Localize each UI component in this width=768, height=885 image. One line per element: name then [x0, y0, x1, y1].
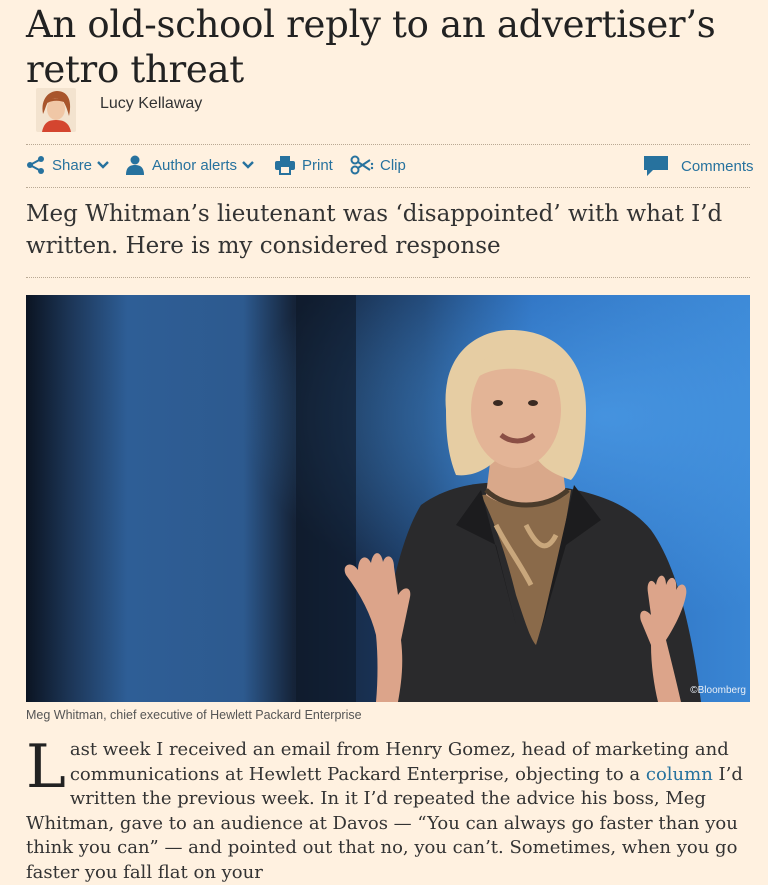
share-label: Share: [52, 156, 93, 174]
article-toolbar: Share Author alerts Print Clip Comments: [26, 144, 754, 188]
photo-caption: Meg Whitman, chief executive of Hewlett …: [26, 708, 362, 722]
body-text: ast week I received an email from Henry …: [69, 739, 729, 785]
print-button[interactable]: Print: [274, 155, 333, 175]
share-button[interactable]: Share: [26, 155, 110, 175]
speaker-photo-image: [26, 295, 750, 702]
share-icon: [27, 156, 44, 174]
column-link[interactable]: column: [646, 764, 713, 785]
printer-icon: [275, 156, 295, 175]
author-name[interactable]: Lucy Kellaway: [100, 95, 202, 113]
drop-cap: L: [26, 732, 66, 802]
comments-label: Comments: [681, 157, 754, 175]
comments-button[interactable]: Comments: [643, 155, 754, 177]
print-label: Print: [302, 156, 333, 174]
author-portrait-icon: [36, 88, 76, 132]
byline: Lucy Kellaway: [36, 86, 202, 134]
standfirst: Meg Whitman’s lieutenant was ‘disappoint…: [26, 201, 723, 259]
photo-credit: ©Bloomberg: [690, 685, 746, 696]
article-body: Last week I received an email from Henry…: [26, 732, 750, 885]
article-photo[interactable]: ©Bloomberg: [26, 295, 750, 702]
comment-icon: [644, 156, 668, 176]
clip-label: Clip: [380, 156, 406, 174]
clip-button[interactable]: Clip: [350, 155, 406, 175]
author-avatar[interactable]: [36, 88, 76, 132]
divider: [26, 277, 750, 278]
headline: An old-school reply to an advertiser’s r…: [26, 3, 716, 91]
chevron-down-icon: [97, 161, 109, 169]
scissors-icon: [350, 155, 374, 175]
user-icon: [126, 155, 144, 175]
author-alerts-label: Author alerts: [152, 156, 238, 174]
chevron-down-icon: [242, 161, 254, 169]
body-paragraph: Last week I received an email from Henry…: [26, 732, 750, 885]
author-alerts-button[interactable]: Author alerts: [124, 155, 255, 175]
